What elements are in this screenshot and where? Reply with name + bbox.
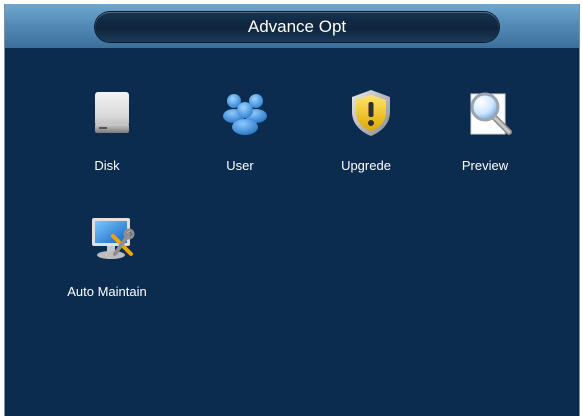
option-grid: Disk User Upgrede Preview Auto Maintain (5, 4, 579, 416)
magnifier-icon (465, 88, 515, 138)
user-option[interactable]: User (180, 88, 300, 178)
shield-warning-icon (346, 88, 396, 138)
monitor-tools-icon (87, 214, 137, 264)
disk-icon (87, 88, 137, 138)
auto-maintain-label: Auto Maintain (67, 284, 147, 299)
disk-option[interactable]: Disk (47, 88, 167, 178)
disk-label: Disk (94, 158, 120, 173)
advance-opt-window: Advance Opt Disk User Upgrede Preview Au… (4, 4, 580, 416)
user-group-icon (220, 88, 270, 138)
upgrade-option[interactable]: Upgrede (306, 88, 426, 178)
auto-maintain-option[interactable]: Auto Maintain (47, 214, 167, 304)
user-label: User (226, 158, 254, 173)
upgrade-label: Upgrede (341, 158, 391, 173)
preview-label: Preview (461, 158, 509, 173)
preview-option[interactable]: Preview (425, 88, 545, 178)
